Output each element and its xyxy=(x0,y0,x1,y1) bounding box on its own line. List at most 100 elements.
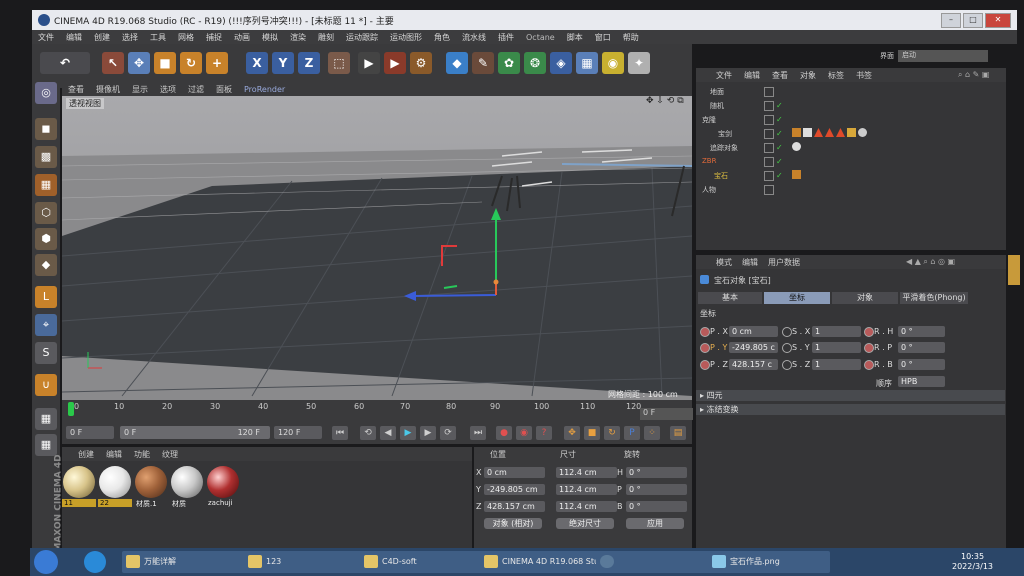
point-level-key-icon[interactable]: ⁘ xyxy=(644,426,660,440)
next-frame-icon[interactable]: ▶ xyxy=(420,426,436,440)
position-z-input[interactable]: 428.157 cm xyxy=(484,501,545,512)
om-menu-object[interactable]: 对象 xyxy=(800,70,816,81)
tag-icon[interactable] xyxy=(836,128,845,137)
scale-tool-icon[interactable]: ■ xyxy=(154,52,176,74)
perspective-viewport[interactable] xyxy=(62,96,692,400)
maximize-button[interactable]: □ xyxy=(963,13,983,28)
rotation-order-dropdown[interactable]: HPB xyxy=(898,376,945,387)
tag-icon[interactable] xyxy=(858,128,867,137)
am-menu-user-data[interactable]: 用户数据 xyxy=(768,257,800,268)
current-frame-field[interactable]: 0 F xyxy=(640,408,693,420)
right-side-tab[interactable] xyxy=(1008,255,1020,285)
menu-edit[interactable]: 编辑 xyxy=(60,32,88,43)
snap-icon[interactable]: S xyxy=(35,342,57,364)
make-editable-icon[interactable]: ◎ xyxy=(35,82,57,104)
section-freeze-transform[interactable]: ▸ 冻结变换 xyxy=(696,404,1005,415)
viewport-menu-prorender[interactable]: ProRender xyxy=(238,85,291,94)
autokeying-icon[interactable]: ◉ xyxy=(516,426,532,440)
render-picture-viewer-icon[interactable]: ▶ xyxy=(384,52,406,74)
taskbar-item[interactable]: CINEMA 4D R19.068 Studio xyxy=(480,551,608,573)
go-to-end-icon[interactable]: ⏭ xyxy=(470,426,486,440)
workplane-icon[interactable]: ▦ xyxy=(35,174,57,196)
om-menu-view[interactable]: 查看 xyxy=(772,70,788,81)
tab-coordinates[interactable]: 坐标 xyxy=(764,292,830,304)
position-x-input[interactable]: 0 cm xyxy=(484,467,545,478)
edges-mode-icon[interactable]: ⬢ xyxy=(35,228,57,250)
am-nav-icons[interactable]: ◀ ▲ ⌕ ⌂ ◎ ▣ xyxy=(906,257,955,267)
tag-icon[interactable] xyxy=(792,128,801,137)
material-swatch[interactable]: 22 xyxy=(98,465,132,511)
viewport-menu-panel[interactable]: 面板 xyxy=(210,84,238,95)
om-menu-file[interactable]: 文件 xyxy=(716,70,732,81)
tag-icon[interactable] xyxy=(803,128,812,137)
menu-select[interactable]: 选择 xyxy=(116,32,144,43)
om-menu-tags[interactable]: 标签 xyxy=(828,70,844,81)
size-y-input[interactable]: 112.4 cm xyxy=(556,484,617,495)
current-frame-input[interactable]: 0 F xyxy=(66,426,114,439)
menu-tools[interactable]: 工具 xyxy=(144,32,172,43)
object-row[interactable]: 克隆 ✓ xyxy=(696,113,1006,126)
menu-script[interactable]: 脚本 xyxy=(561,32,589,43)
taskbar-item[interactable]: 宝石作品.png xyxy=(708,551,830,573)
viewport-menu-display[interactable]: 显示 xyxy=(126,84,154,95)
polygons-mode-icon[interactable]: ◆ xyxy=(35,254,57,276)
material-swatch[interactable]: 材质.1 xyxy=(134,465,168,511)
viewport-navigation-icons[interactable]: ✥ ⇩ ⟲ ⧉ xyxy=(646,96,684,106)
keyframe-dot[interactable] xyxy=(700,343,710,353)
menu-simulate[interactable]: 模拟 xyxy=(256,32,284,43)
texture-mode-icon[interactable]: ▩ xyxy=(35,146,57,168)
material-menu-edit[interactable]: 编辑 xyxy=(106,449,122,460)
am-menu-mode[interactable]: 模式 xyxy=(716,257,732,268)
model-mode-icon[interactable]: ◼ xyxy=(35,118,57,140)
visibility-toggle[interactable] xyxy=(764,157,774,167)
tag-icon[interactable] xyxy=(825,128,834,137)
last-tool-icon[interactable]: + xyxy=(206,52,228,74)
tag-icon[interactable] xyxy=(792,142,801,151)
start-button-icon[interactable] xyxy=(34,550,58,574)
pos-z-input[interactable]: 428.157 c xyxy=(729,359,778,370)
visibility-toggle[interactable] xyxy=(764,143,774,153)
om-menu-bookmarks[interactable]: 书签 xyxy=(856,70,872,81)
size-mode-dropdown[interactable]: 绝对尺寸 xyxy=(556,518,614,529)
render-settings-icon[interactable]: ⚙ xyxy=(410,52,432,74)
visibility-toggle[interactable] xyxy=(764,87,774,97)
record-keys-icon[interactable]: ● xyxy=(496,426,512,440)
parameter-key-icon[interactable]: P xyxy=(624,426,640,440)
taskbar-item[interactable]: C4D-soft xyxy=(360,551,490,573)
size-z-input[interactable]: 112.4 cm xyxy=(556,501,617,512)
material-swatch[interactable]: 材质 xyxy=(170,465,204,511)
timeline-window-icon[interactable]: ▤ xyxy=(670,426,686,440)
deformer-icon[interactable]: ◈ xyxy=(550,52,572,74)
tab-object[interactable]: 对象 xyxy=(832,292,898,304)
menu-character[interactable]: 角色 xyxy=(428,32,456,43)
menu-mesh[interactable]: 网格 xyxy=(172,32,200,43)
keyframe-dot[interactable] xyxy=(864,343,874,353)
material-menu-texture[interactable]: 纹理 xyxy=(162,449,178,460)
visibility-toggle[interactable] xyxy=(764,115,774,125)
previous-frame-icon[interactable]: ◀ xyxy=(380,426,396,440)
menu-window[interactable]: 窗口 xyxy=(589,32,617,43)
tab-phong[interactable]: 平滑着色(Phong) xyxy=(900,292,968,304)
tag-icon[interactable] xyxy=(792,170,801,179)
object-row[interactable]: 宝石 ✓ xyxy=(696,169,1006,182)
menu-render[interactable]: 渲染 xyxy=(284,32,312,43)
scale-z-input[interactable]: 1 xyxy=(812,359,861,370)
object-row[interactable]: ZBR ✓ xyxy=(696,155,1006,168)
taskbar-item[interactable]: 123 xyxy=(244,551,370,573)
material-menu-create[interactable]: 创建 xyxy=(78,449,94,460)
rotation-h-input[interactable]: 0 ° xyxy=(626,467,687,478)
spline-pen-icon[interactable]: ✎ xyxy=(472,52,494,74)
object-row[interactable]: 随机 ✓ xyxy=(696,99,1006,112)
keyframe-dot[interactable] xyxy=(700,360,710,370)
enabled-check-icon[interactable]: ✓ xyxy=(776,143,783,152)
om-menu-edit[interactable]: 编辑 xyxy=(744,70,760,81)
taskbar-item[interactable]: 万能详解 xyxy=(122,551,254,573)
size-x-input[interactable]: 112.4 cm xyxy=(556,467,617,478)
y-axis-lock-icon[interactable]: Y xyxy=(272,52,294,74)
object-row[interactable]: 宝剑 ✓ xyxy=(696,127,1006,140)
material-swatch[interactable]: zachuji xyxy=(206,465,240,511)
rot-h-input[interactable]: 0 ° xyxy=(898,326,945,337)
keyframe-selection-icon[interactable]: ? xyxy=(536,426,552,440)
internet-explorer-icon[interactable] xyxy=(84,551,106,573)
coordinate-system-icon[interactable]: ⬚ xyxy=(328,52,350,74)
